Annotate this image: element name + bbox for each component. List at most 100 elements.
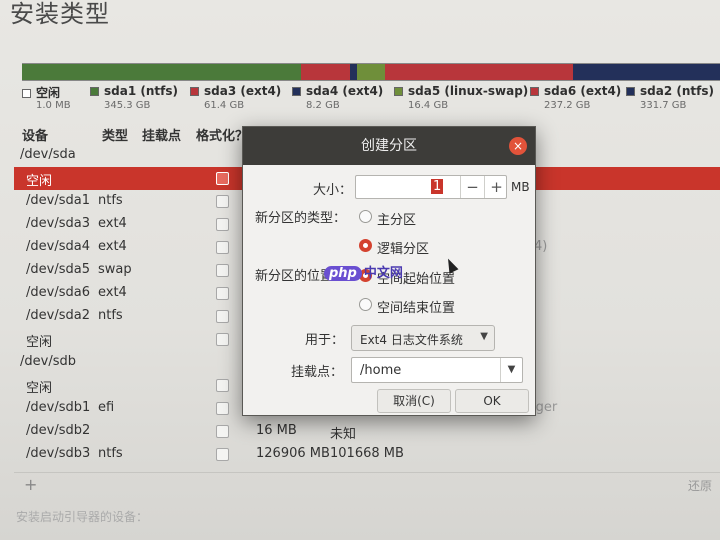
legend-item: sda4 (ext4) 8.2 GB [292, 84, 384, 111]
legend-item: 空闲 1.0 MB [22, 84, 71, 111]
mount-point-label: 挂载点： [291, 365, 344, 380]
filesystem-select[interactable]: Ext4 日志文件系统 ▼ [351, 325, 495, 351]
format-checkbox[interactable] [216, 195, 229, 208]
legend-name: sda4 (ext4) [306, 84, 384, 98]
row-type: ntfs [98, 308, 123, 323]
row-type: ext4 [98, 285, 127, 300]
legend-name: sda1 (ntfs) [104, 84, 178, 98]
legend-swatch [530, 87, 539, 96]
mount-point-value[interactable]: /home [360, 363, 401, 378]
format-checkbox[interactable] [216, 218, 229, 231]
format-checkbox[interactable] [216, 448, 229, 461]
format-checkbox[interactable] [216, 264, 229, 277]
format-checkbox[interactable] [216, 333, 229, 346]
legend-name: sda6 (ext4) [544, 84, 622, 98]
table-row[interactable]: /dev/sdb3 ntfs 126906 MB 101668 MB [14, 443, 720, 466]
col-format[interactable]: 格式化？ [196, 125, 248, 144]
watermark-logo: php 中文网 [324, 262, 403, 281]
row-device: /dev/sda5 [26, 262, 90, 277]
col-device[interactable]: 设备 [22, 125, 48, 144]
revert-button[interactable]: 还原 [688, 477, 712, 494]
legend-size: 16.4 GB [408, 100, 449, 111]
table-row[interactable]: /dev/sdb2 16 MB 未知 [14, 420, 720, 443]
row-type: efi [98, 400, 115, 415]
dialog-title: 创建分区 [243, 127, 535, 165]
partition-usage-bar [22, 63, 720, 81]
chevron-down-icon: ▼ [480, 331, 488, 342]
end-radio-label[interactable]: 空间结束位置 [377, 297, 455, 316]
increment-button[interactable]: + [484, 176, 508, 198]
legend-size: 345.3 GB [104, 100, 151, 111]
partition-bar-segment [22, 64, 302, 80]
format-checkbox[interactable] [216, 310, 229, 323]
row-device: /dev/sda6 [26, 285, 90, 300]
chevron-down-icon[interactable]: ▼ [500, 358, 522, 382]
format-checkbox[interactable] [216, 425, 229, 438]
row-device: /dev/sdb3 [26, 446, 91, 461]
row-device: 空闲 [26, 174, 53, 189]
format-checkbox[interactable] [216, 287, 229, 300]
size-input[interactable]: 1 [431, 179, 444, 194]
row-type: ext4 [98, 239, 127, 254]
size-unit: MB [511, 180, 530, 194]
use-as-label: 用于： [305, 333, 345, 348]
row-size: 126906 MB [256, 446, 330, 461]
row-device: 空闲 [26, 381, 53, 396]
partition-type-label: 新分区的类型： [255, 211, 347, 226]
row-type: ntfs [98, 446, 123, 461]
primary-radio-label[interactable]: 主分区 [377, 209, 416, 228]
legend-item: sda1 (ntfs) 345.3 GB [90, 84, 178, 111]
bootloader-device-label: 安装启动引导器的设备： [16, 510, 149, 524]
primary-radio[interactable] [359, 210, 372, 223]
format-checkbox[interactable] [216, 379, 229, 392]
row-extra: 4) [534, 239, 548, 254]
legend-swatch [394, 87, 403, 96]
watermark-cn: 中文网 [363, 266, 403, 281]
legend-name: sda3 (ext4) [204, 84, 282, 98]
decrement-button[interactable]: − [460, 176, 484, 198]
legend-swatch [190, 87, 199, 96]
mount-point-combo[interactable]: /home ▼ [351, 357, 523, 383]
legend-swatch [22, 89, 31, 98]
row-device: /dev/sda1 [26, 193, 90, 208]
logical-radio-label[interactable]: 逻辑分区 [377, 238, 429, 257]
page-title: 安装类型 [10, 0, 110, 28]
table-toolbar: + 还原 [14, 472, 720, 496]
legend-size: 61.4 GB [204, 100, 245, 111]
row-device: /dev/sdb [20, 354, 76, 369]
row-used: 101668 MB [330, 446, 404, 461]
close-icon[interactable]: × [509, 137, 527, 155]
partition-bar-segment [573, 64, 720, 80]
legend-swatch [90, 87, 99, 96]
legend-name: sda2 (ntfs) [640, 84, 714, 98]
legend-swatch [626, 87, 635, 96]
format-checkbox[interactable] [216, 172, 229, 185]
legend-size: 331.7 GB [640, 100, 687, 111]
row-used: 未知 [330, 427, 357, 442]
legend-name: 空闲 [36, 86, 61, 100]
row-device: /dev/sda2 [26, 308, 90, 323]
cancel-button[interactable]: 取消(C) [377, 389, 451, 413]
format-checkbox[interactable] [216, 402, 229, 415]
partition-bar-segment [384, 64, 574, 80]
row-type: ntfs [98, 193, 123, 208]
row-device: /dev/sdb2 [26, 423, 91, 438]
row-device: /dev/sdb1 [26, 400, 91, 415]
legend-size: 237.2 GB [544, 100, 591, 111]
logical-radio[interactable] [359, 239, 372, 252]
format-checkbox[interactable] [216, 241, 229, 254]
end-radio[interactable] [359, 298, 372, 311]
add-partition-button[interactable]: + [24, 475, 37, 494]
col-type[interactable]: 类型 [102, 125, 128, 144]
legend-size: 1.0 MB [36, 100, 71, 111]
row-type: swap [98, 262, 132, 277]
ok-button[interactable]: OK [455, 389, 529, 413]
watermark-php: php [324, 266, 362, 281]
size-spinbox[interactable]: 1 − + [355, 175, 507, 199]
filesystem-select-value: Ext4 日志文件系统 [360, 333, 463, 347]
legend-size: 8.2 GB [306, 100, 340, 111]
legend-swatch [292, 87, 301, 96]
col-mount[interactable]: 挂载点 [142, 125, 181, 144]
row-size: 16 MB [256, 423, 297, 438]
legend-item: sda6 (ext4) 237.2 GB [530, 84, 622, 111]
